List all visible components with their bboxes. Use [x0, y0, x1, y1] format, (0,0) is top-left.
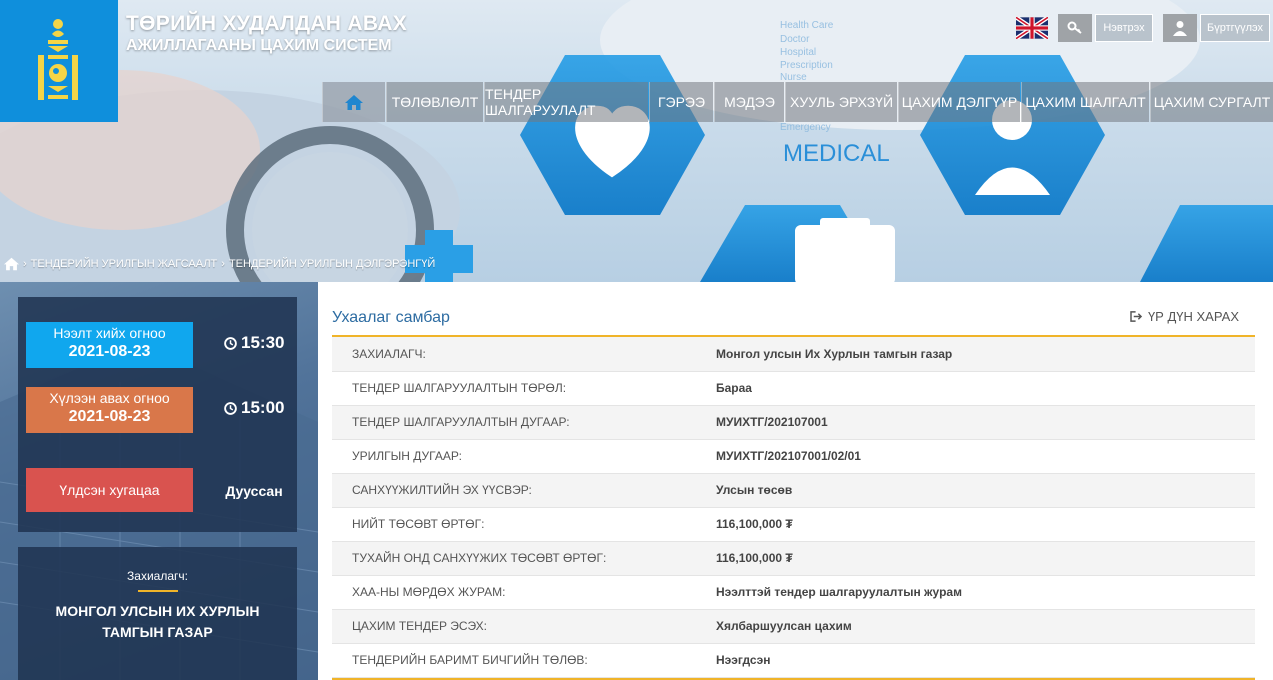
- row-value: Улсын төсөв: [716, 473, 1255, 508]
- row-key: УРИЛГЫН ДУГААР:: [332, 439, 716, 474]
- banner-medical-text: MEDICAL: [783, 140, 890, 167]
- site-title-line1: ТӨРИЙН ХУДАЛДАН АВАХ: [126, 12, 408, 35]
- customer-name: МОНГОЛ УЛСЫН ИХ ХУРЛЫН ТАМГЫН ГАЗАР: [55, 603, 260, 640]
- site-title: ТӨРИЙН ХУДАЛДАН АВАХ АЖИЛЛАГААНЫ ЦАХИМ С…: [126, 12, 407, 56]
- opening-date-badge: Нээлт хийх огноо 2021-08-23: [26, 322, 193, 368]
- receive-time: 15:00: [224, 398, 284, 418]
- header-banner: MEDICAL Health Care Doctor Hospital Pres…: [0, 0, 1273, 282]
- table-row: ТУХАЙН ОНД САНХҮҮЖИХ ТӨСӨВТ ӨРТӨГ: 116,1…: [332, 541, 1255, 576]
- table-row: ТЕНДЕРИЙН БАРИМТ БИЧГИЙН ТӨЛӨВ: Нээгдсэн: [332, 643, 1255, 678]
- row-value: Монгол улсын Их Хурлын тамгын газар: [716, 337, 1255, 372]
- left-sidebar: Нээлт хийх огноо 2021-08-23 15:30 Хүлээн…: [0, 282, 318, 680]
- banner-word: Emergency: [780, 122, 831, 133]
- row-value: Нээлттэй тендер шалгаруулалтын журам: [716, 575, 1255, 610]
- smart-board-panel: Ухаалаг самбар ҮР ДҮН ХАРАХ ЗАХИАЛАГЧ: М…: [318, 282, 1273, 680]
- nav-item-e-shop[interactable]: ЦАХИМ ДЭЛГҮҮР: [898, 82, 1020, 122]
- table-row: САНХҮҮЖИЛТИЙН ЭХ ҮҮСВЭР: Улсын төсөв: [332, 473, 1255, 508]
- view-results-link[interactable]: ҮР ДҮН ХАРАХ: [1130, 309, 1239, 324]
- row-key: САНХҮҮЖИЛТИЙН ЭХ ҮҮСВЭР:: [332, 473, 716, 508]
- row-key: ТЕНДЕРИЙН БАРИМТ БИЧГИЙН ТӨЛӨВ:: [332, 643, 716, 678]
- opening-date-label: Нээлт хийх огноо: [53, 325, 166, 341]
- table-row: ТЕНДЕР ШАЛГАРУУЛАЛТЫН ДУГААР: МУИХТГ/202…: [332, 405, 1255, 440]
- login-button[interactable]: Нэвтрэх: [1095, 14, 1153, 42]
- banner-word: Prescription: [780, 60, 833, 71]
- nav-item-law[interactable]: ХУУЛЬ ЭРХЗҮЙ: [785, 82, 897, 122]
- key-icon[interactable]: [1058, 14, 1092, 42]
- table-row: НИЙТ ТӨСӨВТ ӨРТӨГ: 116,100,000 ₮: [332, 507, 1255, 542]
- sign-out-icon: [1130, 311, 1143, 322]
- nav-item-planning[interactable]: ТӨЛӨВЛӨЛТ: [386, 82, 483, 122]
- remaining-time-value: Дууссан: [225, 483, 283, 499]
- opening-time-value: 15:30: [241, 333, 285, 352]
- receive-date-value: 2021-08-23: [68, 408, 151, 425]
- home-icon[interactable]: [4, 257, 19, 271]
- customer-card: Захиалагч: МОНГОЛ УЛСЫН ИХ ХУРЛЫН ТАМГЫН…: [18, 547, 297, 680]
- page: MEDICAL Health Care Doctor Hospital Pres…: [0, 0, 1273, 680]
- receive-time-value: 15:00: [241, 398, 285, 417]
- customer-label: Захиалагч:: [127, 569, 188, 583]
- tender-info-table: ЗАХИАЛАГЧ: Монгол улсын Их Хурлын тамгын…: [332, 337, 1255, 678]
- remaining-time-badge: Үлдсэн хугацаа: [26, 468, 193, 512]
- row-key: ЗАХИАЛАГЧ:: [332, 337, 716, 372]
- row-value: 116,100,000 ₮: [716, 507, 1255, 542]
- row-value: Бараа: [716, 371, 1255, 406]
- view-results-label: ҮР ДҮН ХАРАХ: [1147, 309, 1239, 324]
- row-value: МУИХТГ/202107001: [716, 405, 1255, 440]
- opening-time: 15:30: [224, 333, 284, 353]
- tender-timer-card: Нээлт хийх огноо 2021-08-23 15:30 Хүлээн…: [18, 297, 297, 532]
- soyombo-emblem-icon: [38, 19, 78, 100]
- uk-flag-icon[interactable]: [1016, 17, 1048, 39]
- banner-word: Doctor: [780, 34, 810, 45]
- banner-word: Health Care: [780, 20, 834, 31]
- table-row: ЦАХИМ ТЕНДЕР ЭСЭХ: Хялбаршуулсан цахим: [332, 609, 1255, 644]
- user-icon[interactable]: [1163, 14, 1197, 42]
- nav-item-tender[interactable]: ТЕНДЕР ШАЛГАРУУЛАЛТ: [484, 82, 648, 122]
- clock-icon: [224, 401, 237, 415]
- table-row: ЗАХИАЛАГЧ: Монгол улсын Их Хурлын тамгын…: [332, 337, 1255, 372]
- receive-date-label: Хүлээн авах огноо: [49, 390, 170, 406]
- nav-home[interactable]: [322, 82, 385, 122]
- table-row: ХАА-НЫ МӨРДӨХ ЖУРАМ: Нээлттэй тендер шал…: [332, 575, 1255, 610]
- row-key: ЦАХИМ ТЕНДЕР ЭСЭХ:: [332, 609, 716, 644]
- clock-icon: [224, 336, 237, 350]
- receive-date-badge: Хүлээн авах огноо 2021-08-23: [26, 387, 193, 433]
- nav-item-news[interactable]: МЭДЭЭ: [714, 82, 784, 122]
- nav-item-e-training[interactable]: ЦАХИМ СУРГАЛТ: [1150, 82, 1273, 122]
- register-button[interactable]: Бүртгүүлэх: [1200, 14, 1270, 42]
- breadcrumb-separator: ›: [23, 258, 27, 270]
- home-icon: [345, 94, 363, 110]
- row-key: ТЕНДЕР ШАЛГАРУУЛАЛТЫН ТӨРӨЛ:: [332, 371, 716, 406]
- banner-word: Hospital: [780, 47, 816, 58]
- row-value: 116,100,000 ₮: [716, 541, 1255, 576]
- nav-item-contract[interactable]: ГЭРЭЭ: [649, 82, 713, 122]
- nav-item-e-exam[interactable]: ЦАХИМ ШАЛГАЛТ: [1021, 82, 1149, 122]
- row-key: ТУХАЙН ОНД САНХҮҮЖИХ ТӨСӨВТ ӨРТӨГ:: [332, 541, 716, 576]
- row-key: НИЙТ ТӨСӨВТ ӨРТӨГ:: [332, 507, 716, 542]
- breadcrumb-item-detail: ТЕНДЕРИЙН УРИЛГЫН ДЭЛГЭРЭНГҮЙ: [228, 258, 436, 270]
- site-title-line2: АЖИЛЛАГААНЫ ЦАХИМ СИСТЕМ: [126, 37, 392, 54]
- logo[interactable]: [0, 0, 118, 122]
- row-key: ХАА-НЫ МӨРДӨХ ЖУРАМ:: [332, 575, 716, 610]
- breadcrumb-item-list[interactable]: ТЕНДЕРИЙН УРИЛГЫН ЖАГСААЛТ: [31, 258, 218, 270]
- row-value: Хялбаршуулсан цахим: [716, 609, 1255, 644]
- breadcrumb-separator: ›: [221, 258, 225, 270]
- table-row: УРИЛГЫН ДУГААР: МУИХТГ/202107001/02/01: [332, 439, 1255, 474]
- row-value: МУИХТГ/202107001/02/01: [716, 439, 1255, 474]
- row-value: Нээгдсэн: [716, 643, 1255, 678]
- breadcrumb: › ТЕНДЕРИЙН УРИЛГЫН ЖАГСААЛТ › ТЕНДЕРИЙН…: [4, 256, 435, 272]
- panel-title: Ухаалаг самбар: [332, 309, 450, 326]
- customer-divider: [138, 590, 178, 592]
- table-row: ТЕНДЕР ШАЛГАРУУЛАЛТЫН ТӨРӨЛ: Бараа: [332, 371, 1255, 406]
- opening-date-value: 2021-08-23: [68, 343, 151, 360]
- row-key: ТЕНДЕР ШАЛГАРУУЛАЛТЫН ДУГААР:: [332, 405, 716, 440]
